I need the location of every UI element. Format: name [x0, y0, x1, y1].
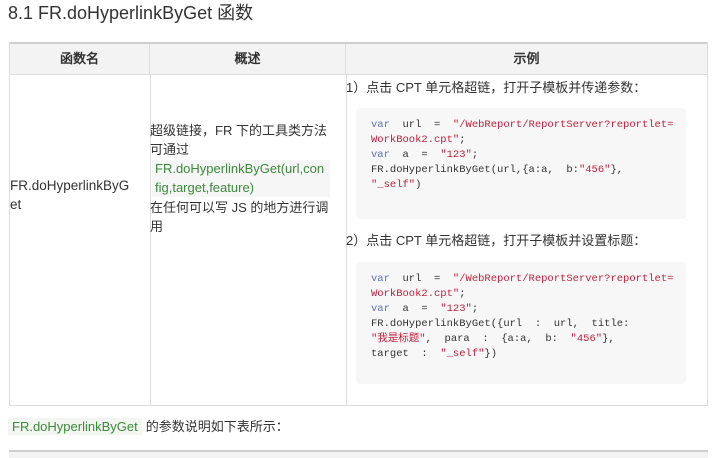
code-text: }, — [610, 164, 624, 176]
example-2-label: 2）点击 CPT 单元格超链，打开子模板并设置标题： — [346, 233, 647, 248]
code-text: ; — [471, 303, 479, 315]
inline-code: FR.doHyperlinkByGet — [8, 418, 142, 435]
code-text: ; — [459, 134, 466, 146]
function-name-cell: FR.doHyperlinkByGet — [10, 178, 130, 212]
overview-text: 在任何可以写 JS 的地方进行调用 — [150, 200, 329, 234]
parameter-intro: FR.doHyperlinkByGet 的参数说明如下表所示： — [8, 417, 289, 437]
code-string: "123" — [440, 149, 472, 161]
overview-text: 超级链接，FR 下的工具类方法 — [150, 123, 327, 138]
code-text: a = — [389, 149, 441, 161]
code-text: ; — [471, 149, 479, 161]
code-text: FR.doHyperlinkByGet(url,{a:a, b: — [371, 164, 579, 176]
header-overview: 概述 — [150, 44, 346, 74]
code-text: ) — [415, 179, 422, 191]
overview-cell: 超级链接，FR 下的工具类方法 可通过 FR.doHyperlinkByGet(… — [150, 122, 330, 236]
code-string: "_self" — [440, 348, 485, 360]
code-text: , para : {a:a, b: — [425, 333, 571, 345]
code-string: "123" — [440, 303, 472, 315]
code-keyword: var — [371, 119, 390, 131]
inline-code: FR.doHyperlinkByGet(url,config,target,fe… — [152, 160, 330, 197]
code-string: "我是标题" — [371, 333, 426, 345]
code-text: }) — [484, 348, 498, 360]
code-text: a = — [389, 303, 441, 315]
code-text: url = — [389, 119, 453, 131]
code-text: ; — [459, 288, 466, 300]
overview-text: 可通过 — [150, 141, 190, 157]
code-text: FR.doHyperlinkByGet({url : url, title: — [371, 318, 630, 330]
code-keyword: var — [371, 273, 390, 285]
section-title: 8.1 FR.doHyperlinkByGet 函数 — [8, 3, 254, 23]
parameter-intro-text: 的参数说明如下表所示： — [145, 419, 289, 434]
code-text: target : — [371, 348, 441, 360]
code-keyword: var — [371, 149, 390, 161]
example-1-label: 1）点击 CPT 单元格超链，打开子模板并传递参数： — [346, 80, 647, 95]
example-1-code-block: var url = "/WebReport/ReportServer?repor… — [356, 108, 686, 219]
code-string: "456" — [578, 164, 611, 176]
code-text: url = — [389, 273, 453, 285]
table-header: 函数名 概述 示例 — [10, 44, 707, 75]
next-table-edge — [9, 450, 708, 458]
code-keyword: var — [371, 303, 390, 315]
code-string: "_self" — [371, 179, 416, 191]
header-example: 示例 — [513, 51, 540, 66]
code-string: "456" — [570, 333, 603, 345]
header-function-name: 函数名 — [10, 44, 150, 74]
example-2-code-block: var url = "/WebReport/ReportServer?repor… — [356, 262, 686, 384]
code-text: }, — [602, 333, 615, 345]
